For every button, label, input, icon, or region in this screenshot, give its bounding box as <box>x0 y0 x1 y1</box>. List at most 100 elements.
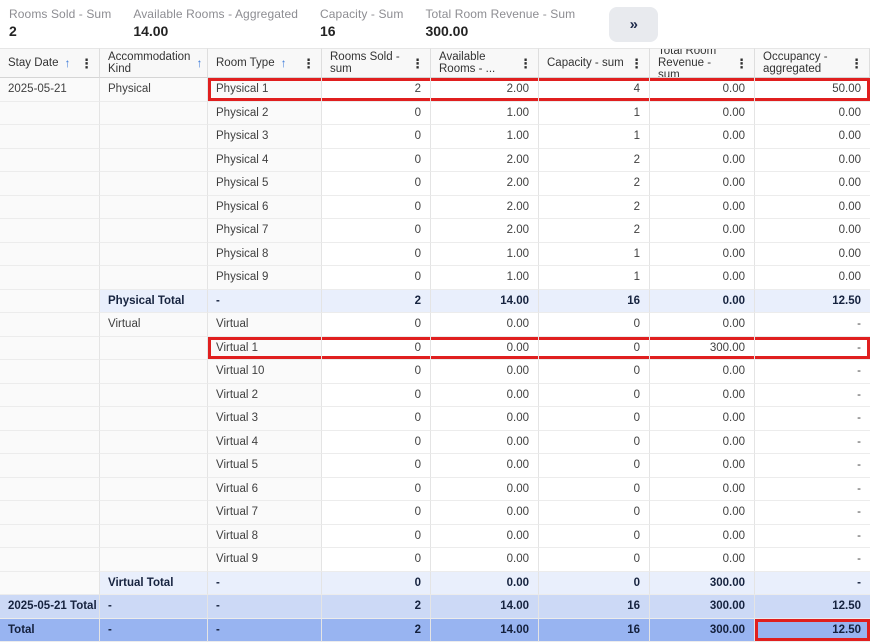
grid-cell[interactable]: 0.00 <box>650 501 755 525</box>
grid-cell[interactable] <box>0 172 100 196</box>
grid-cell[interactable]: 0 <box>322 572 431 596</box>
grid-cell[interactable]: 2.00 <box>431 219 539 243</box>
column-menu-icon[interactable]: ⋮ <box>732 57 751 70</box>
grid-cell[interactable]: Physical 8 <box>208 243 322 267</box>
grid-cell[interactable]: 14.00 <box>431 290 539 314</box>
grid-cell[interactable] <box>0 313 100 337</box>
grid-cell[interactable]: 0.00 <box>431 407 539 431</box>
grid-cell[interactable]: 300.00 <box>650 619 755 643</box>
grid-cell[interactable] <box>100 266 208 290</box>
grid-cell[interactable]: 2 <box>322 595 431 619</box>
grid-cell[interactable] <box>0 243 100 267</box>
grid-cell[interactable]: 0 <box>322 313 431 337</box>
grid-cell[interactable]: 2 <box>539 196 650 220</box>
grid-cell[interactable]: 0.00 <box>650 102 755 126</box>
grid-cell[interactable]: 1 <box>539 266 650 290</box>
grid-cell[interactable]: 0.00 <box>431 384 539 408</box>
grid-cell[interactable]: 0.00 <box>755 266 870 290</box>
grid-cell[interactable] <box>0 290 100 314</box>
grid-cell[interactable]: 0.00 <box>650 384 755 408</box>
grid-cell[interactable]: 0 <box>322 360 431 384</box>
grid-cell[interactable]: 0 <box>539 572 650 596</box>
grid-cell[interactable] <box>100 196 208 220</box>
grid-cell[interactable]: 0.00 <box>755 219 870 243</box>
grid-cell[interactable]: 0.00 <box>650 172 755 196</box>
grid-cell[interactable]: - <box>100 595 208 619</box>
grid-cell[interactable]: 12.50 <box>755 290 870 314</box>
column-header-rooms-sold-sum[interactable]: Rooms Sold - sum⋮ <box>322 48 431 78</box>
grid-cell[interactable] <box>0 501 100 525</box>
grid-cell[interactable] <box>0 548 100 572</box>
grid-cell[interactable]: Physical <box>100 78 208 102</box>
grid-cell[interactable]: 0.00 <box>755 149 870 173</box>
grid-cell[interactable] <box>100 243 208 267</box>
grid-cell[interactable]: - <box>755 313 870 337</box>
column-menu-icon[interactable]: ⋮ <box>299 57 318 70</box>
grid-cell[interactable]: 1.00 <box>431 125 539 149</box>
grid-cell[interactable]: 0 <box>322 431 431 455</box>
grid-cell[interactable]: Virtual 7 <box>208 501 322 525</box>
grid-cell[interactable]: 0.00 <box>431 454 539 478</box>
grid-cell[interactable] <box>0 478 100 502</box>
grid-cell[interactable]: 0.00 <box>755 243 870 267</box>
grid-cell[interactable]: 2.00 <box>431 172 539 196</box>
grid-cell[interactable]: - <box>755 407 870 431</box>
grid-cell[interactable]: - <box>755 572 870 596</box>
grid-cell[interactable]: 0.00 <box>431 431 539 455</box>
grid-cell[interactable]: - <box>755 360 870 384</box>
grid-cell[interactable]: 2.00 <box>431 196 539 220</box>
grid-cell[interactable]: 14.00 <box>431 595 539 619</box>
grid-cell[interactable] <box>0 360 100 384</box>
grid-cell[interactable] <box>0 572 100 596</box>
grid-cell[interactable]: 0 <box>322 454 431 478</box>
column-header-stay-date[interactable]: Stay Date↑⋮ <box>0 48 100 78</box>
column-header-capacity-sum[interactable]: Capacity - sum⋮ <box>539 48 650 78</box>
grid-cell[interactable]: Physical 7 <box>208 219 322 243</box>
grid-cell[interactable]: Virtual <box>208 313 322 337</box>
grid-cell[interactable]: 1 <box>539 243 650 267</box>
grid-cell[interactable]: 1.00 <box>431 243 539 267</box>
grid-cell[interactable] <box>100 102 208 126</box>
grid-cell[interactable] <box>0 266 100 290</box>
grid-cell[interactable]: 0.00 <box>755 196 870 220</box>
grid-cell[interactable]: 300.00 <box>650 337 755 361</box>
grid-cell[interactable]: 0.00 <box>431 501 539 525</box>
grid-cell[interactable]: Virtual 3 <box>208 407 322 431</box>
grid-cell[interactable]: Virtual <box>100 313 208 337</box>
grid-cell[interactable]: 2.00 <box>431 78 539 102</box>
grid-cell[interactable] <box>100 219 208 243</box>
grid-cell[interactable]: 0.00 <box>650 454 755 478</box>
grid-cell[interactable]: 0 <box>322 219 431 243</box>
column-menu-icon[interactable]: ⋮ <box>408 57 427 70</box>
grid-cell[interactable]: 0 <box>322 125 431 149</box>
grid-cell[interactable]: - <box>208 619 322 643</box>
grid-cell[interactable]: 0 <box>539 337 650 361</box>
grid-cell[interactable]: - <box>208 290 322 314</box>
grid-cell[interactable]: 0.00 <box>431 313 539 337</box>
grid-cell[interactable]: 0 <box>539 431 650 455</box>
grid-cell[interactable]: 0 <box>322 149 431 173</box>
grid-cell[interactable]: Virtual 5 <box>208 454 322 478</box>
grid-cell[interactable]: 0 <box>322 102 431 126</box>
grid-cell[interactable]: 0.00 <box>755 125 870 149</box>
grid-cell[interactable]: 0.00 <box>431 572 539 596</box>
grid-cell[interactable] <box>100 454 208 478</box>
grid-cell[interactable] <box>0 196 100 220</box>
grid-cell[interactable]: 0 <box>539 313 650 337</box>
grid-cell[interactable] <box>100 478 208 502</box>
grid-cell[interactable]: 0 <box>322 525 431 549</box>
grid-cell[interactable]: 0 <box>322 196 431 220</box>
grid-cell[interactable]: Physical 2 <box>208 102 322 126</box>
grid-cell[interactable] <box>100 360 208 384</box>
grid-cell[interactable]: - <box>755 501 870 525</box>
grid-cell[interactable]: 0.00 <box>755 102 870 126</box>
grid-cell[interactable]: 0.00 <box>650 243 755 267</box>
column-header-total-room-revenue-sum[interactable]: Total Room Revenue - sum⋮ <box>650 48 755 78</box>
grid-cell[interactable] <box>100 149 208 173</box>
grid-cell[interactable]: - <box>755 431 870 455</box>
grid-cell[interactable]: 0 <box>539 525 650 549</box>
grid-cell[interactable]: 0.00 <box>650 290 755 314</box>
grid-cell[interactable] <box>100 172 208 196</box>
grid-cell[interactable]: 0.00 <box>650 548 755 572</box>
grid-cell[interactable]: 2.00 <box>431 149 539 173</box>
